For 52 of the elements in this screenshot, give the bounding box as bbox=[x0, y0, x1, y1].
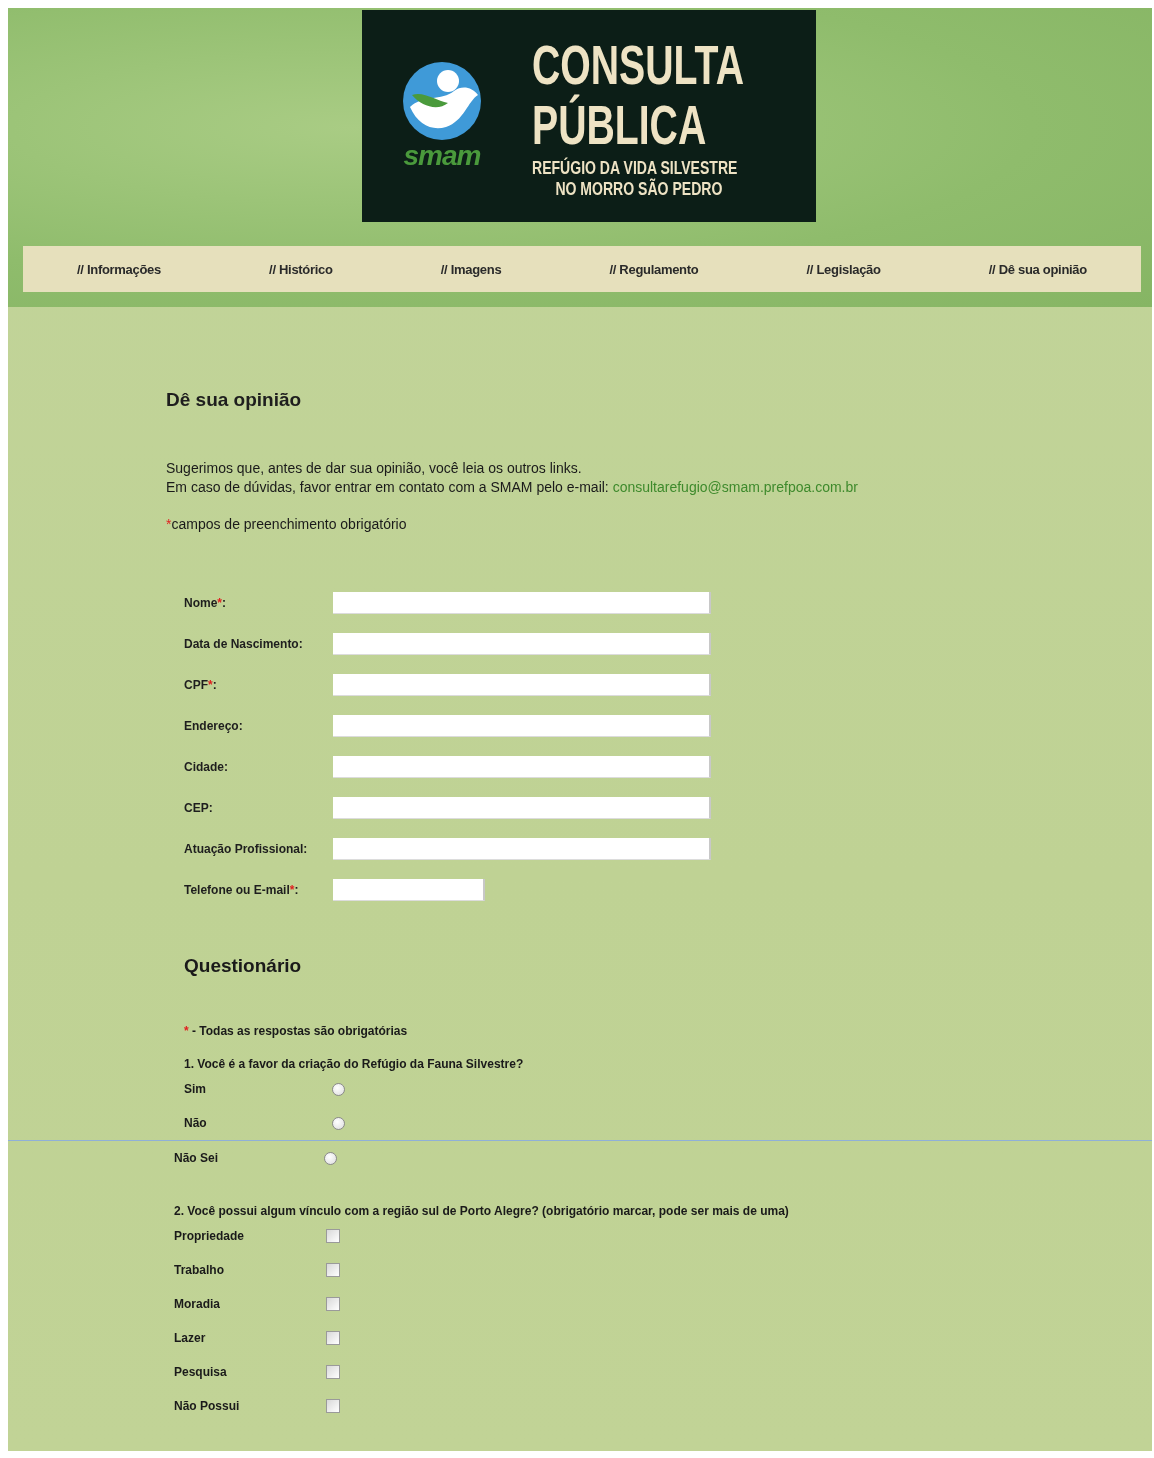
text-input[interactable] bbox=[333, 673, 711, 696]
required-answers-note: * - Todas as respostas são obrigatórias bbox=[184, 1023, 409, 1039]
option-label: Moradia bbox=[174, 1297, 221, 1311]
text-input[interactable] bbox=[333, 755, 711, 778]
field-label: CPF*: bbox=[184, 677, 218, 692]
text-input[interactable] bbox=[333, 591, 711, 614]
nav-link[interactable]: // Histórico bbox=[269, 261, 333, 277]
question-text: 2. Você possui algum vínculo com a região sul de Porto Alegre? (obrigatório marcar, pode ser mais de uma) bbox=[174, 1203, 790, 1219]
radio-button[interactable] bbox=[324, 1151, 337, 1165]
text-input[interactable] bbox=[333, 632, 711, 655]
brand-name: smam bbox=[403, 141, 481, 171]
option-label: Sim bbox=[184, 1082, 207, 1096]
nav-link[interactable]: // Dê sua opinião bbox=[988, 261, 1087, 277]
option-label: Não Sei bbox=[174, 1151, 219, 1165]
question-text: 1. Você é a favor da criação do Refúgio da Fauna Silvestre? bbox=[184, 1056, 525, 1072]
text-input[interactable] bbox=[333, 837, 711, 860]
bird-emblem-icon bbox=[402, 61, 482, 141]
text-input[interactable] bbox=[333, 878, 485, 901]
checkbox[interactable] bbox=[326, 1365, 340, 1379]
checkbox[interactable] bbox=[326, 1297, 340, 1311]
nav-link[interactable]: // Informações bbox=[77, 261, 161, 277]
option-label: Lazer bbox=[174, 1331, 207, 1345]
logo-subtitle: REFÚGIO DA VIDA SILVESTRE bbox=[532, 158, 738, 178]
text-input[interactable] bbox=[333, 796, 711, 819]
nav-link[interactable]: // Imagens bbox=[440, 261, 502, 277]
option-label: Não Possui bbox=[174, 1399, 241, 1413]
field-label: Data de Nascimento: bbox=[184, 636, 304, 651]
field-label: Atuação Profissional: bbox=[184, 841, 309, 856]
text-input[interactable] bbox=[333, 714, 711, 737]
radio-button[interactable] bbox=[332, 1082, 345, 1096]
intro-text: Sugerimos que, antes de dar sua opinião, você leia os outros links. Em caso de dúvidas, favor entrar em contato com a SMAM pelo e-mail: consultarefugio@smam.prefpoa.com.br bbox=[166, 459, 859, 497]
checkbox[interactable] bbox=[326, 1263, 340, 1277]
option-label: Trabalho bbox=[174, 1263, 225, 1277]
field-label: Cidade: bbox=[184, 759, 229, 774]
option-label: Pesquisa bbox=[174, 1365, 228, 1379]
required-note: *campos de preenchimento obrigatório bbox=[166, 515, 408, 533]
nav-link[interactable]: // Regulamento bbox=[609, 261, 699, 277]
field-label: Telefone ou E-mail*: bbox=[184, 882, 300, 897]
questionnaire-heading: Questionário bbox=[184, 954, 303, 978]
section-heading: Dê sua opinião bbox=[166, 388, 303, 412]
logo-title: PÚBLICA bbox=[532, 92, 707, 157]
field-label: CEP: bbox=[184, 800, 214, 815]
option-label: Não bbox=[184, 1116, 208, 1130]
nav-link[interactable]: // Legislação bbox=[806, 261, 881, 277]
option-label: Propriedade bbox=[174, 1229, 246, 1243]
logo-subtitle: NO MORRO SÃO PEDRO bbox=[554, 179, 723, 200]
radio-button[interactable] bbox=[332, 1116, 345, 1130]
field-label: Endereço: bbox=[184, 718, 244, 733]
checkbox[interactable] bbox=[326, 1229, 340, 1243]
checkbox[interactable] bbox=[326, 1331, 340, 1345]
checkbox[interactable] bbox=[326, 1399, 340, 1413]
field-label: Nome*: bbox=[184, 595, 227, 610]
